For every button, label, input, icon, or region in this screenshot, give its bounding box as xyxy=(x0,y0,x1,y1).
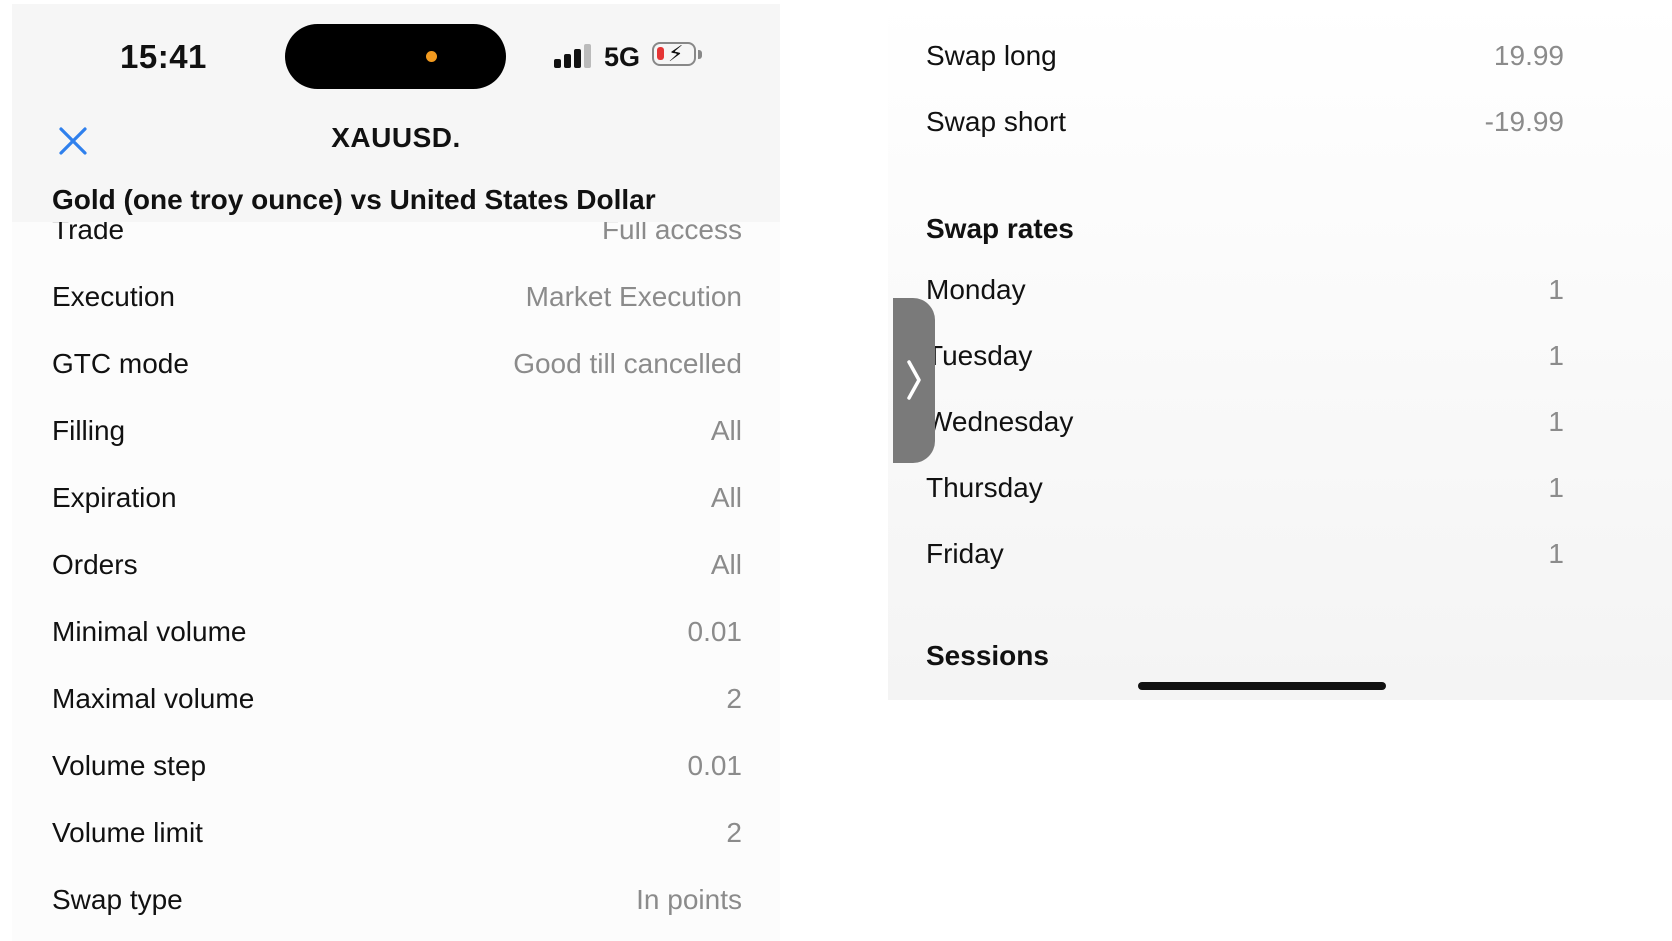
swap-rate-row-thursday: Thursday 1 xyxy=(926,472,1564,512)
spec-list: Trade Full access Execution Market Execu… xyxy=(52,208,742,941)
spec-value: All xyxy=(710,549,742,580)
day-label: Monday xyxy=(926,274,1026,305)
swap-details-panel: Swap long 19.99 Swap short -19.99 Swap r… xyxy=(888,0,1672,700)
spec-label: Orders xyxy=(52,549,138,580)
spec-value: Good till cancelled xyxy=(513,348,742,379)
spec-row-minimal-volume: Minimal volume 0.01 xyxy=(52,610,742,677)
spec-label: Swap type xyxy=(52,884,183,915)
spec-row-gtc-mode: GTC mode Good till cancelled xyxy=(52,342,742,409)
status-time: 15:41 xyxy=(120,38,207,75)
spec-label: Expiration xyxy=(52,482,177,513)
spec-value: 2 xyxy=(726,817,742,848)
spec-row-filling: Filling All xyxy=(52,409,742,476)
spec-value: 0.01 xyxy=(687,750,743,781)
network-type: 5G xyxy=(604,42,641,72)
swap-long-value: 19.99 xyxy=(1493,40,1564,71)
spec-label: Minimal volume xyxy=(52,616,247,647)
swap-short-row: Swap short -19.99 xyxy=(926,106,1564,146)
battery-level xyxy=(657,47,664,60)
battery-icon: ⚡ xyxy=(652,41,702,66)
spec-value: Market Execution xyxy=(525,281,742,312)
sessions-heading: Sessions xyxy=(926,640,1049,671)
swap-rate-row-friday: Friday 1 xyxy=(926,538,1564,578)
spec-row-swap-type: Swap type In points xyxy=(52,878,742,941)
swap-short-value: -19.99 xyxy=(1484,106,1564,137)
day-label: Friday xyxy=(926,538,1004,569)
swap-short-label: Swap short xyxy=(926,106,1067,137)
swap-rates-heading: Swap rates xyxy=(926,213,1074,244)
spec-row-maximal-volume: Maximal volume 2 xyxy=(52,677,742,744)
day-label: Thursday xyxy=(926,472,1043,503)
day-label: Wednesday xyxy=(926,406,1074,437)
dynamic-island xyxy=(285,24,506,89)
camera-indicator-dot xyxy=(426,51,437,62)
spec-label: GTC mode xyxy=(52,348,189,379)
signal-icon xyxy=(554,42,594,68)
symbol-spec-panel: 15:41 5G ⚡ XAUUSD. Gold (one troy ounce)… xyxy=(12,4,780,941)
spec-value: 2 xyxy=(726,683,742,714)
status-bar: 15:41 5G ⚡ xyxy=(12,4,780,104)
symbol-description-header: Gold (one troy ounce) vs United States D… xyxy=(12,176,780,222)
side-panel-toggle[interactable] xyxy=(893,298,935,463)
chevron-right-icon xyxy=(907,360,921,400)
spec-label: Maximal volume xyxy=(52,683,255,714)
spec-row-execution: Execution Market Execution xyxy=(52,275,742,342)
spec-value: In points xyxy=(636,884,742,915)
swap-rate-row-tuesday: Tuesday 1 xyxy=(926,340,1564,380)
spec-label: Volume limit xyxy=(52,817,203,848)
day-value: 1 xyxy=(1548,472,1564,503)
spec-value: All xyxy=(710,482,742,513)
home-indicator[interactable] xyxy=(1138,682,1386,690)
charging-bolt-icon: ⚡ xyxy=(668,41,684,66)
day-value: 1 xyxy=(1548,274,1564,305)
swap-long-row: Swap long 19.99 xyxy=(926,40,1564,80)
swap-rate-row-monday: Monday 1 xyxy=(926,274,1564,314)
spec-value: 0.01 xyxy=(687,616,743,647)
day-value: 1 xyxy=(1548,340,1564,371)
nav-bar: XAUUSD. xyxy=(12,104,780,177)
symbol-description: Gold (one troy ounce) vs United States D… xyxy=(52,184,656,215)
spec-label: Volume step xyxy=(52,750,207,781)
spec-row-expiration: Expiration All xyxy=(52,476,742,543)
day-label: Tuesday xyxy=(926,340,1033,371)
day-value: 1 xyxy=(1548,538,1564,569)
swap-long-label: Swap long xyxy=(926,40,1057,71)
spec-label: Filling xyxy=(52,415,126,446)
day-value: 1 xyxy=(1548,406,1564,437)
spec-row-volume-limit: Volume limit 2 xyxy=(52,811,742,878)
spec-value: All xyxy=(710,415,742,446)
swap-rate-row-wednesday: Wednesday 1 xyxy=(926,406,1564,446)
spec-row-volume-step: Volume step 0.01 xyxy=(52,744,742,811)
spec-label: Execution xyxy=(52,281,175,312)
spec-row-orders: Orders All xyxy=(52,543,742,610)
page-title: XAUUSD. xyxy=(331,122,461,153)
